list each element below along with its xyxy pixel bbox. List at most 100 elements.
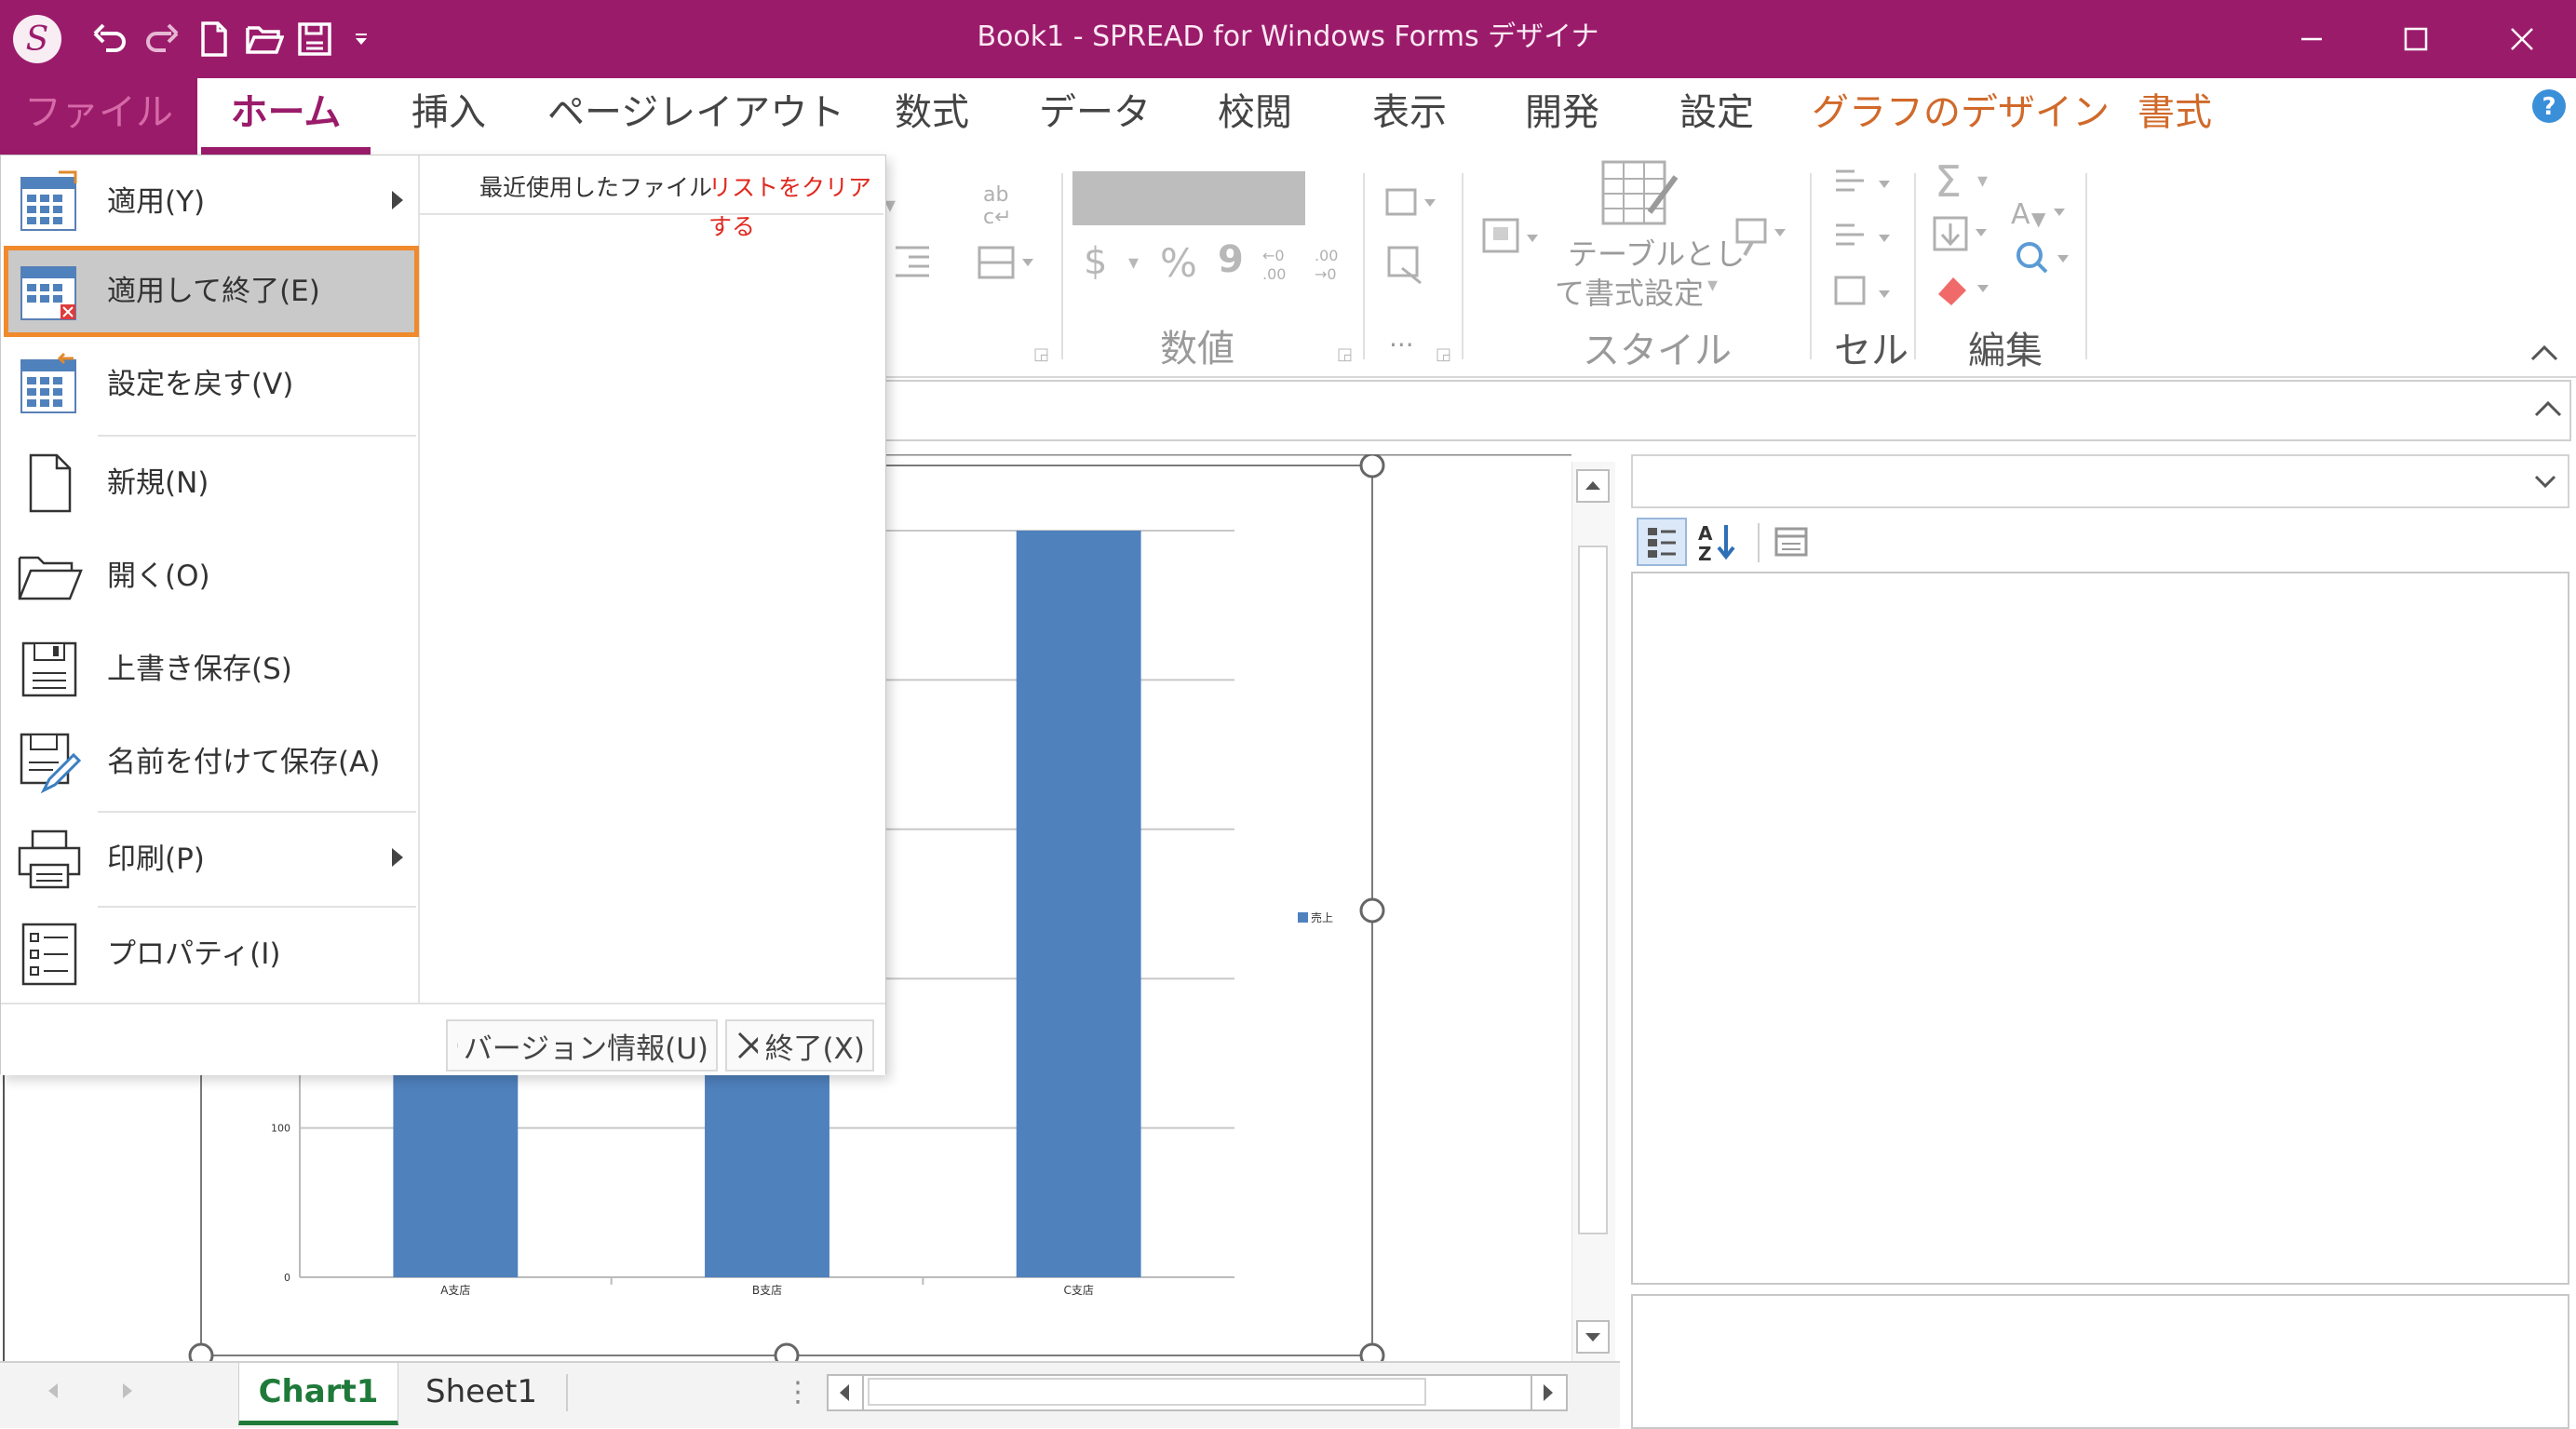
close-icon bbox=[737, 1031, 758, 1059]
scroll-right-button[interactable] bbox=[1531, 1376, 1566, 1409]
expand-formula-icon[interactable] bbox=[2532, 393, 2564, 428]
format-as-table-label2[interactable]: て書式設定 bbox=[1555, 270, 1704, 313]
currency-format-icon[interactable]: $ bbox=[1084, 240, 1107, 283]
tab-review[interactable]: 校閲 bbox=[1190, 78, 1320, 155]
tab-data[interactable]: データ bbox=[1030, 78, 1160, 155]
fill-icon[interactable] bbox=[1931, 212, 1996, 265]
categorized-view-icon[interactable] bbox=[1637, 518, 1687, 566]
menu-item-open[interactable]: 開く(O) bbox=[7, 533, 416, 619]
number-launcher-icon[interactable]: ◲ bbox=[1337, 344, 1353, 364]
autosum-dropdown-icon[interactable]: ▾ bbox=[1977, 169, 1988, 193]
maximize-icon[interactable] bbox=[2365, 0, 2467, 78]
menu-item-print[interactable]: 印刷(P) bbox=[7, 816, 416, 902]
svg-text:c↵: c↵ bbox=[983, 206, 1012, 229]
sort-az-icon[interactable]: AZ bbox=[1694, 518, 1745, 566]
svg-text:▼: ▼ bbox=[2031, 208, 2046, 229]
menu-item-properties[interactable]: プロパティ(I) bbox=[7, 911, 416, 997]
group-label-number: 数値 bbox=[1160, 328, 1234, 371]
scroll-up-button[interactable] bbox=[1576, 469, 1610, 503]
tab-format[interactable]: 書式 bbox=[2110, 78, 2240, 155]
small-group-launcher-icon[interactable]: ◲ bbox=[1436, 344, 1451, 364]
tab-page-layout[interactable]: ページレイアウト bbox=[547, 78, 844, 155]
alignment-launcher-icon[interactable]: ◲ bbox=[1033, 344, 1049, 364]
minimize-icon[interactable] bbox=[2260, 0, 2363, 78]
printer-icon bbox=[16, 826, 83, 893]
scroll-left-button[interactable] bbox=[829, 1376, 864, 1409]
number-format-combo[interactable] bbox=[1072, 171, 1305, 225]
scroll-down-button[interactable] bbox=[1576, 1320, 1610, 1354]
increase-decimal-icon[interactable]: ←0.00 bbox=[1261, 246, 1303, 291]
menu-item-label: 上書き保存(S) bbox=[107, 653, 292, 686]
version-info-button[interactable]: ? バージョン情報(U) bbox=[446, 1019, 718, 1072]
formula-bar[interactable] bbox=[875, 380, 2571, 441]
scroll-tabs-left-icon[interactable] bbox=[43, 1380, 63, 1406]
vertical-scrollbar[interactable] bbox=[1571, 462, 1615, 1361]
menu-item-revert[interactable]: 設定を戻す(V) bbox=[7, 342, 416, 427]
tab-chart-design[interactable]: グラフのデザイン bbox=[1812, 78, 2110, 155]
autosum-icon[interactable]: Σ bbox=[1935, 156, 1962, 207]
format-cells-icon[interactable] bbox=[1832, 274, 1899, 319]
bar-2 bbox=[705, 1053, 829, 1277]
clear-format-icon[interactable] bbox=[1385, 244, 1432, 293]
tab-file[interactable]: ファイル bbox=[0, 78, 197, 155]
y-tick-label: 100 bbox=[271, 1123, 290, 1135]
sheet-tab-chart1[interactable]: Chart1 bbox=[238, 1363, 398, 1425]
menu-item-apply[interactable]: 適用(Y) bbox=[7, 159, 416, 245]
open-folder-icon bbox=[16, 543, 83, 610]
tab-insert[interactable]: 挿入 bbox=[384, 78, 514, 155]
merge-cells-icon[interactable] bbox=[978, 244, 1043, 290]
exit-button[interactable]: 終了(X) bbox=[725, 1019, 874, 1072]
scroll-tabs-right-icon[interactable] bbox=[117, 1380, 138, 1406]
menu-item-save-as[interactable]: 名前を付けて保存(A) bbox=[7, 720, 416, 805]
currency-dropdown-icon[interactable]: ▾ bbox=[1128, 251, 1139, 275]
comma-style-icon[interactable]: 9 bbox=[1218, 238, 1244, 281]
tab-formulas[interactable]: 数式 bbox=[866, 78, 998, 155]
tab-settings[interactable]: 設定 bbox=[1652, 78, 1782, 155]
cell-style-icon[interactable] bbox=[1480, 214, 1545, 269]
recent-files-list[interactable] bbox=[422, 217, 883, 1001]
scroll-thumb[interactable] bbox=[1578, 546, 1608, 1234]
menu-item-label: 開く(O) bbox=[107, 559, 210, 593]
horizontal-scrollbar[interactable] bbox=[827, 1374, 1568, 1411]
y-tick-label: 0 bbox=[284, 1272, 290, 1284]
conditional-format-icon[interactable] bbox=[1385, 184, 1441, 230]
find-search-icon[interactable] bbox=[2013, 240, 2078, 286]
percent-format-icon[interactable]: % bbox=[1160, 240, 1197, 286]
svg-text:→0: →0 bbox=[1315, 265, 1337, 283]
exit-label: 終了(X) bbox=[764, 1031, 865, 1066]
insert-cells-icon[interactable] bbox=[1832, 164, 1899, 209]
tab-view[interactable]: 表示 bbox=[1344, 78, 1475, 155]
help-icon[interactable]: ? bbox=[2530, 88, 2568, 125]
clear-eraser-icon[interactable] bbox=[1931, 268, 1996, 317]
clear-recent-list-link[interactable]: リストをクリアする bbox=[708, 169, 885, 240]
close-icon[interactable] bbox=[2471, 0, 2573, 78]
chevron-down-icon[interactable] bbox=[2532, 469, 2558, 495]
menu-item-new[interactable]: 新規(N) bbox=[7, 440, 416, 526]
sort-text-icon[interactable]: A ▼ bbox=[2007, 192, 2072, 237]
indent-icon[interactable] bbox=[894, 242, 931, 288]
format-as-table-dropdown-icon[interactable]: ▾ bbox=[1707, 274, 1718, 297]
svg-text:←0: ←0 bbox=[1262, 247, 1285, 264]
horizontal-scroll-thumb[interactable] bbox=[868, 1378, 1426, 1406]
sheet-tab-sheet1[interactable]: Sheet1 bbox=[402, 1363, 560, 1421]
tab-home[interactable]: ホーム bbox=[201, 78, 371, 155]
style-brush-icon[interactable] bbox=[1733, 216, 1793, 265]
format-as-table-label1[interactable]: テーブルとし bbox=[1568, 231, 1745, 274]
selection-handle bbox=[1359, 1342, 1385, 1361]
svg-text:A: A bbox=[2011, 198, 2030, 229]
tab-developer[interactable]: 開発 bbox=[1497, 78, 1627, 155]
tab-splitter-icon[interactable]: ⋮ bbox=[784, 1376, 812, 1409]
collapse-ribbon-icon[interactable] bbox=[2529, 339, 2560, 371]
delete-cells-icon[interactable] bbox=[1832, 218, 1899, 263]
property-grid[interactable] bbox=[1631, 572, 2569, 1285]
title-bar: S Book1 - SPREAD for Windows Forms デザイナ bbox=[0, 0, 2576, 78]
menu-item-apply-exit[interactable]: 適用して終了(E) bbox=[4, 246, 419, 337]
menu-item-label: 適用して終了(E) bbox=[107, 275, 320, 308]
menu-item-save[interactable]: 上書き保存(S) bbox=[7, 627, 416, 712]
property-object-combo[interactable] bbox=[1631, 454, 2569, 508]
wrap-text-icon[interactable]: ab c↵ bbox=[979, 182, 1020, 236]
decrease-decimal-icon[interactable]: .00 →0 bbox=[1313, 246, 1355, 291]
format-as-table-icon[interactable] bbox=[1599, 158, 1679, 241]
version-info-label: バージョン情報(U) bbox=[463, 1031, 708, 1066]
property-pages-icon[interactable] bbox=[1767, 518, 1817, 566]
